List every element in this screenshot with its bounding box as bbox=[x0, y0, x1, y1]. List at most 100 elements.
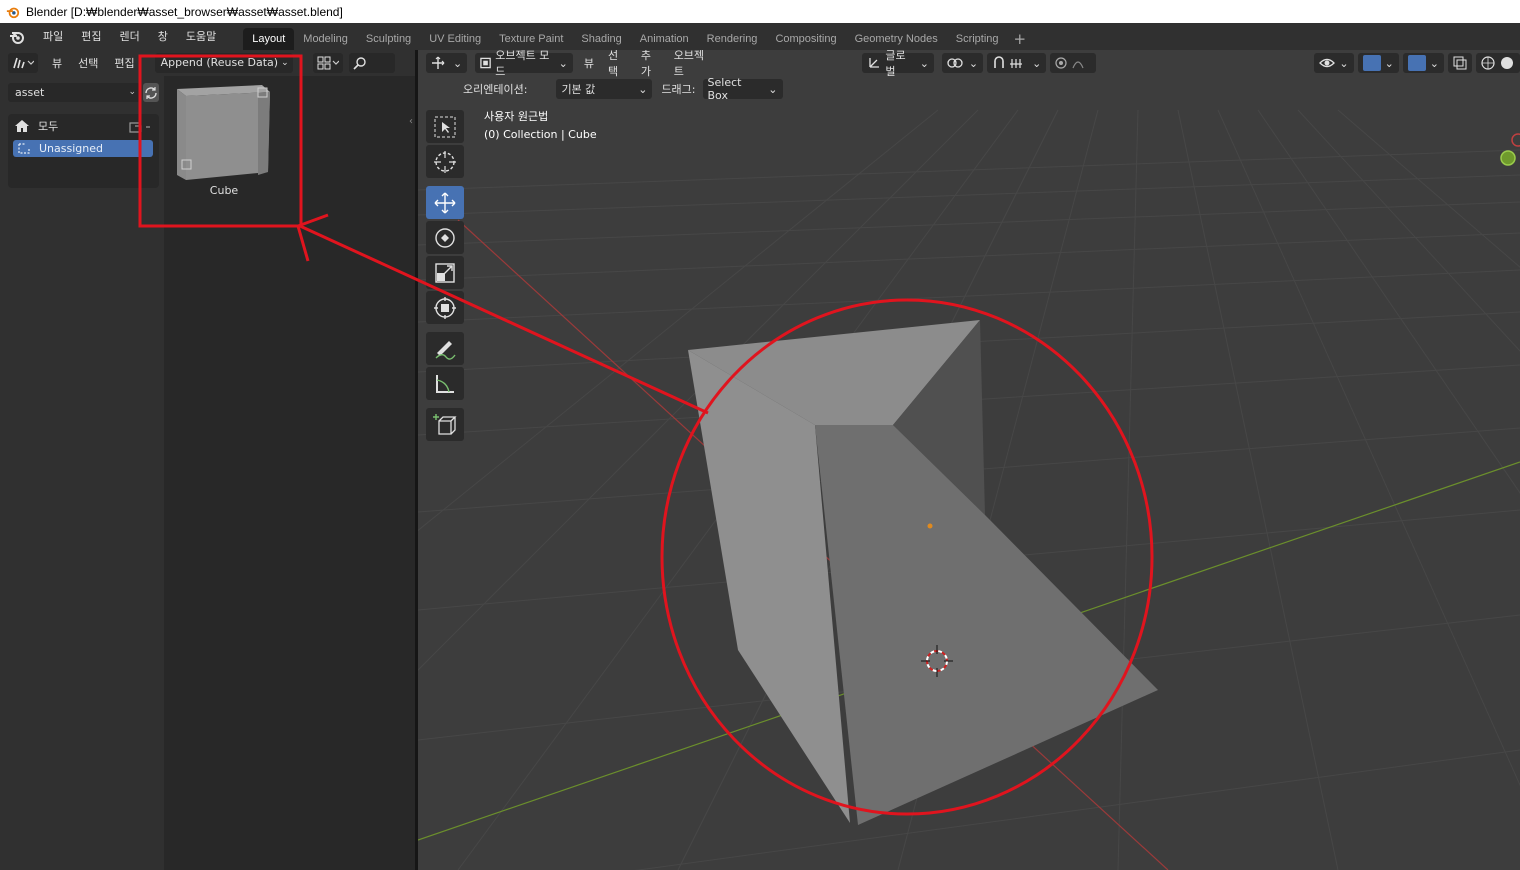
move-tool[interactable] bbox=[426, 186, 464, 219]
mode-select[interactable]: 오브젝트 모드 ⌄ bbox=[475, 50, 573, 78]
cursor-icon bbox=[434, 150, 456, 173]
select-box-icon bbox=[434, 116, 456, 137]
tab-geometry-nodes[interactable]: Geometry Nodes bbox=[846, 28, 947, 50]
display-mode-icon[interactable] bbox=[312, 53, 343, 73]
import-mode-value: Append (Reuse Data) bbox=[160, 56, 279, 69]
active-collection-label: (0) Collection | Cube bbox=[484, 128, 597, 141]
catalog-panel: 모두 Unassigned bbox=[8, 114, 159, 188]
tab-texture-paint[interactable]: Texture Paint bbox=[490, 28, 572, 50]
catalog-all-label: 모두 bbox=[38, 120, 59, 133]
chevron-down-icon: ⌄ bbox=[638, 82, 648, 96]
tab-sculpting[interactable]: Sculpting bbox=[357, 28, 420, 50]
measure-tool[interactable] bbox=[426, 367, 464, 400]
drag-label: 드래그: bbox=[661, 83, 696, 96]
asset-menu-view[interactable]: 뷰 bbox=[44, 55, 70, 71]
tool-settings-bar: 오리엔테이션: 기본 값 ⌄ 드래그: Select Box ⌄ bbox=[418, 76, 1520, 102]
asset-grid: Cube ‹ bbox=[164, 76, 415, 870]
asset-item[interactable]: Cube bbox=[174, 80, 274, 197]
menu-render[interactable]: 렌더 bbox=[111, 23, 149, 50]
projection-label: 사용자 원근법 bbox=[484, 110, 549, 123]
catalog-all[interactable]: 모두 bbox=[14, 118, 58, 134]
tab-scripting[interactable]: Scripting bbox=[947, 28, 1008, 50]
drag-select[interactable]: Select Box ⌄ bbox=[702, 76, 783, 102]
editor-type-icon[interactable] bbox=[8, 53, 38, 73]
asset-menu-edit[interactable]: 편집 bbox=[106, 55, 142, 71]
tab-compositing[interactable]: Compositing bbox=[766, 28, 845, 50]
chevron-down-icon: ⌄ bbox=[128, 87, 136, 97]
overlay-toggle-icon[interactable]: ⌄ bbox=[1402, 53, 1444, 73]
scale-tool[interactable] bbox=[426, 256, 464, 289]
orientation-select-value: 기본 값 bbox=[561, 83, 596, 96]
refresh-library-icon[interactable] bbox=[143, 83, 159, 102]
drag-select-value: Select Box bbox=[707, 76, 742, 102]
menu-help[interactable]: 도움말 bbox=[177, 23, 225, 50]
asset-name: Cube bbox=[209, 184, 239, 197]
transform-icon bbox=[434, 296, 456, 319]
transform-orientation-select[interactable]: 글로벌 ⌄ bbox=[862, 50, 934, 78]
viewport-editor-type-icon[interactable]: ⌄ bbox=[426, 53, 468, 73]
transform-tool[interactable] bbox=[426, 291, 464, 324]
rotate-tool[interactable] bbox=[426, 221, 464, 254]
blender-logo-icon bbox=[6, 7, 20, 18]
menu-edit[interactable]: 편집 bbox=[72, 23, 110, 50]
home-icon bbox=[15, 120, 29, 132]
unassigned-catalog-icon bbox=[18, 143, 30, 154]
viewport-menu-object[interactable]: 오브젝트 bbox=[667, 50, 719, 79]
viewport-menu-add[interactable]: 추가 bbox=[634, 50, 667, 79]
add-cube-icon bbox=[433, 413, 457, 435]
object-mode-icon bbox=[480, 57, 492, 69]
library-value: asset bbox=[15, 86, 45, 99]
tab-uv-editing[interactable]: UV Editing bbox=[420, 28, 490, 50]
tab-modeling[interactable]: Modeling bbox=[294, 28, 357, 50]
tab-shading[interactable]: Shading bbox=[572, 28, 630, 50]
catalog-unassigned[interactable]: Unassigned bbox=[13, 140, 153, 157]
blender-menu-icon[interactable] bbox=[0, 23, 34, 50]
snap-icon[interactable]: ⌄ bbox=[987, 53, 1047, 73]
orientation-select[interactable]: 기본 값 ⌄ bbox=[556, 79, 653, 99]
catalog-unassigned-label: Unassigned bbox=[39, 142, 103, 155]
asset-browser: 뷰 선택 편집 Append (Reuse Data) ⌄ asset ⌄ 모두 bbox=[0, 50, 415, 870]
3d-viewport[interactable]: ⌄ 오브젝트 모드 ⌄ 뷰 선택 추가 오브젝트 글로벌 ⌄ ⌄ ⌄ ⌄ ⌄ ⌄ bbox=[418, 50, 1520, 870]
asset-browser-sidebar: asset ⌄ 모두 Unassigned bbox=[0, 76, 164, 870]
scale-icon bbox=[435, 262, 455, 283]
viewport-toolbar bbox=[426, 110, 464, 443]
asset-menu-select[interactable]: 선택 bbox=[70, 55, 106, 71]
menu-window[interactable]: 창 bbox=[149, 23, 177, 50]
gizmo-toggle-icon[interactable]: ⌄ bbox=[1357, 53, 1399, 73]
library-select[interactable]: asset ⌄ bbox=[8, 83, 140, 102]
orientation-value: 글로벌 bbox=[885, 50, 906, 78]
visibility-icon[interactable]: ⌄ bbox=[1314, 53, 1354, 73]
window-titlebar: Blender [D:₩blender₩asset_browser₩asset₩… bbox=[0, 0, 1520, 23]
add-cube-tool[interactable] bbox=[426, 408, 464, 441]
viewport-grid bbox=[418, 109, 1520, 870]
rotate-icon bbox=[435, 227, 455, 248]
measure-icon bbox=[436, 374, 454, 393]
select-box-tool[interactable] bbox=[426, 110, 464, 143]
search-icon[interactable] bbox=[348, 53, 395, 73]
window-title: Blender [D:₩blender₩asset_browser₩asset₩… bbox=[26, 4, 343, 19]
chevron-down-icon: ⌄ bbox=[768, 82, 778, 96]
xray-toggle-icon[interactable] bbox=[1448, 53, 1472, 73]
pivot-point-icon[interactable]: ⌄ bbox=[941, 53, 984, 73]
import-mode-select[interactable]: Append (Reuse Data) ⌄ bbox=[154, 53, 293, 73]
tab-layout[interactable]: Layout bbox=[243, 28, 295, 50]
tab-animation[interactable]: Animation bbox=[631, 28, 698, 50]
asset-browser-header: 뷰 선택 편집 Append (Reuse Data) ⌄ bbox=[0, 50, 415, 76]
top-menubar: 파일 편집 렌더 창 도움말 Layout Modeling Sculpting… bbox=[0, 23, 1520, 50]
add-workspace-icon[interactable]: + bbox=[1008, 28, 1033, 50]
viewport-menu-view[interactable]: 뷰 bbox=[577, 55, 601, 71]
add-catalog-icon[interactable] bbox=[127, 120, 151, 137]
viewport-menu-select[interactable]: 선택 bbox=[601, 50, 634, 79]
annotate-tool[interactable] bbox=[426, 332, 464, 365]
annotate-icon bbox=[435, 340, 456, 360]
mode-value: 오브젝트 모드 bbox=[495, 50, 550, 78]
tab-rendering[interactable]: Rendering bbox=[698, 28, 767, 50]
shading-mode-icon[interactable] bbox=[1476, 53, 1520, 73]
cursor-tool[interactable] bbox=[426, 145, 464, 178]
workspace-tabs: Layout Modeling Sculpting UV Editing Tex… bbox=[243, 23, 1032, 50]
chevron-down-icon: ⌄ bbox=[919, 56, 929, 70]
proportional-editing-icon[interactable] bbox=[1050, 53, 1097, 73]
menu-file[interactable]: 파일 bbox=[34, 23, 72, 50]
viewport-header: ⌄ 오브젝트 모드 ⌄ 뷰 선택 추가 오브젝트 글로벌 ⌄ ⌄ ⌄ ⌄ ⌄ ⌄ bbox=[418, 50, 1520, 79]
chevron-left-icon[interactable]: ‹ bbox=[409, 116, 413, 127]
